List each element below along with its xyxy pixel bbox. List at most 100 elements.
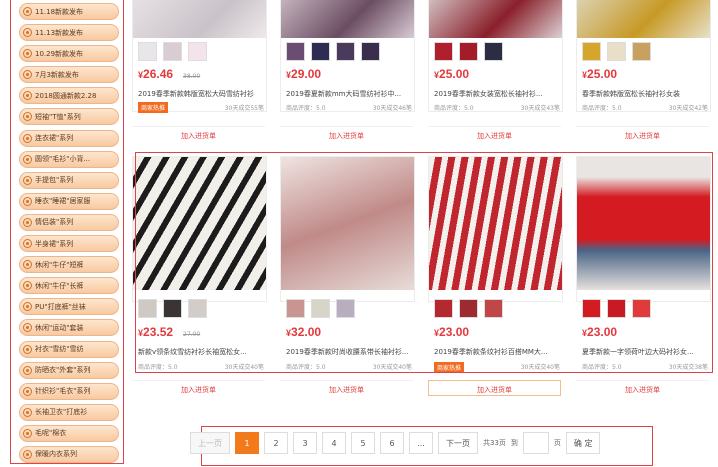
- sidebar-category-item[interactable]: 休闲"运动"套装: [19, 319, 119, 337]
- color-thumbnail[interactable]: [607, 299, 626, 318]
- color-thumbnail[interactable]: [632, 42, 651, 61]
- sidebar-category-item[interactable]: 休闲"牛仔"短裤: [19, 256, 119, 274]
- product-title[interactable]: 春季新款韩版宽松长袖衬衫女装: [582, 89, 708, 99]
- product-image[interactable]: [281, 157, 414, 290]
- sidebar-category-item[interactable]: 短袖"T恤"系列: [19, 108, 119, 126]
- product-card[interactable]: ¥23.00 2019春季新款条纹衬衫百搭MM大... 商家热推 30天成交40…: [428, 156, 563, 373]
- product-image[interactable]: [133, 157, 266, 290]
- sidebar-category-item[interactable]: 连衣裙"系列: [19, 129, 119, 147]
- sidebar-category-item[interactable]: 衬衣"雪纺"雪纺: [19, 340, 119, 358]
- add-to-order-button[interactable]: 加入进货单: [132, 126, 265, 142]
- sidebar-category-item[interactable]: 长袖卫衣"打底衫: [19, 403, 119, 421]
- product-title[interactable]: 夏季新款一字领荷叶边大码衬衫女...: [582, 347, 708, 357]
- color-thumbnail[interactable]: [138, 42, 157, 61]
- color-thumbnail[interactable]: [459, 42, 478, 61]
- color-thumbnail[interactable]: [361, 42, 380, 61]
- add-to-order-button[interactable]: 加入进货单: [576, 126, 709, 142]
- sidebar-category-item[interactable]: 毛呢"棉衣: [19, 424, 119, 442]
- product-card[interactable]: ¥32.00 2019春季新款时尚收腰系带长袖衬衫... 商品评度：5.0 30天…: [280, 156, 415, 371]
- color-thumbnail[interactable]: [582, 299, 601, 318]
- add-to-order-button[interactable]: 加入进货单: [132, 380, 265, 396]
- sidebar-category-item[interactable]: 圆领"毛衫"小背...: [19, 150, 119, 168]
- category-bullet-icon: [23, 365, 32, 375]
- add-to-order-button[interactable]: 加入进货单: [280, 380, 413, 396]
- color-thumbnail[interactable]: [188, 42, 207, 61]
- add-to-order-button[interactable]: 加入进货单: [428, 126, 561, 142]
- color-thumbnail[interactable]: [138, 299, 157, 318]
- color-thumbnail[interactable]: [484, 42, 503, 61]
- sidebar-category-label: 2018圆通新款2.28: [35, 91, 97, 100]
- color-thumbnail[interactable]: [163, 42, 182, 61]
- product-image[interactable]: [133, 0, 266, 38]
- sidebar-category-item[interactable]: 11.18新款发布: [19, 3, 119, 20]
- color-thumbnail[interactable]: [582, 42, 601, 61]
- product-title[interactable]: 2019春季新款条纹衬衫百搭MM大...: [434, 347, 560, 357]
- page-button-2[interactable]: 2: [264, 432, 288, 454]
- color-thumbnail[interactable]: [459, 299, 478, 318]
- category-bullet-icon: [23, 154, 32, 164]
- add-to-order-button[interactable]: 加入进货单: [576, 380, 709, 396]
- color-thumbnail[interactable]: [311, 299, 330, 318]
- product-card[interactable]: ¥29.00 2019春夏新款mm大码雪纺衬衫中... 商品评度：5.0 30天成…: [280, 0, 415, 112]
- product-card[interactable]: ¥26.46 38.00 2019春季新款韩版宽松大码雪纺衬衫 商家热推 30天…: [132, 0, 267, 113]
- product-title[interactable]: 2019春季新款时尚收腰系带长袖衬衫...: [286, 347, 412, 357]
- sidebar-category-item[interactable]: 2018圆通新款2.28: [19, 87, 119, 105]
- sidebar-category-item[interactable]: 睡衣"睡裙"居家服: [19, 192, 119, 210]
- page-button-6[interactable]: 6: [380, 432, 404, 454]
- color-thumbnail[interactable]: [484, 299, 503, 318]
- sidebar-category-item[interactable]: 保暖内衣系列: [19, 445, 119, 463]
- product-card[interactable]: ¥25.00 2019春季新款女装宽松长袖衬衫... 商品评度：5.0 30天成交…: [428, 0, 563, 112]
- page-button-5[interactable]: 5: [351, 432, 375, 454]
- sidebar-category-item[interactable]: 7月3新款发布: [19, 66, 119, 84]
- product-card[interactable]: ¥23.00 夏季新款一字领荷叶边大码衬衫女... 商品评度：5.0 30天成交3…: [576, 156, 711, 371]
- product-card[interactable]: ¥23.52 27.00 新款v领条纹雪纺衬衫长袖宽松女... 商品评度：5.0…: [132, 156, 267, 371]
- next-page-button[interactable]: 下一页: [438, 432, 478, 454]
- color-thumbnail[interactable]: [336, 42, 355, 61]
- product-image[interactable]: [577, 157, 710, 290]
- sidebar-category-item[interactable]: 半身裙"系列: [19, 235, 119, 253]
- product-image[interactable]: [281, 0, 414, 38]
- product-title[interactable]: 2019春季新款韩版宽松大码雪纺衬衫: [138, 89, 264, 99]
- color-thumbnail[interactable]: [286, 299, 305, 318]
- color-thumbnail[interactable]: [311, 42, 330, 61]
- product-title[interactable]: 2019春夏新款mm大码雪纺衬衫中...: [286, 89, 412, 99]
- color-thumbnail[interactable]: [336, 299, 355, 318]
- sidebar-category-item[interactable]: 针织衫"毛衣"系列: [19, 382, 119, 400]
- sidebar-category-item[interactable]: 手提包"系列: [19, 171, 119, 189]
- product-rating: 商品评度：5.0: [582, 364, 622, 371]
- color-thumbnail[interactable]: [434, 299, 453, 318]
- product-title[interactable]: 新款v领条纹雪纺衬衫长袖宽松女...: [138, 347, 264, 357]
- product-card[interactable]: ¥25.00 春季新款韩版宽松长袖衬衫女装 商品评度：5.0 30天成交42笔: [576, 0, 711, 112]
- product-title[interactable]: 2019春季新款女装宽松长袖衬衫...: [434, 89, 560, 99]
- product-image[interactable]: [577, 0, 710, 38]
- product-price: ¥23.00: [434, 325, 470, 339]
- prev-page-button[interactable]: 上一页: [190, 432, 230, 454]
- sidebar-category-label: 休闲"运动"套装: [35, 323, 84, 332]
- monthly-sales: 30天成交40笔: [224, 364, 264, 371]
- page-button-4[interactable]: 4: [322, 432, 346, 454]
- add-to-order-button[interactable]: 加入进货单: [428, 380, 561, 396]
- color-thumbnail[interactable]: [188, 299, 207, 318]
- add-to-order-button[interactable]: 加入进货单: [280, 126, 413, 142]
- sidebar-category-item[interactable]: 情侣装"系列: [19, 213, 119, 231]
- page-button-1[interactable]: 1: [235, 432, 259, 454]
- category-bullet-icon: [23, 428, 32, 438]
- color-thumbnail[interactable]: [607, 42, 626, 61]
- color-thumbnail[interactable]: [632, 299, 651, 318]
- confirm-page-button[interactable]: 确 定: [565, 432, 601, 454]
- sidebar-category-item[interactable]: 11.13新款发布: [19, 24, 119, 42]
- page-button-3[interactable]: 3: [293, 432, 317, 454]
- product-price: ¥26.46: [138, 67, 174, 81]
- original-price: 27.00: [183, 331, 201, 338]
- product-image[interactable]: [429, 0, 562, 38]
- sidebar-category-item[interactable]: PU"打底裤"丝袜: [19, 298, 119, 316]
- color-thumbnail[interactable]: [163, 299, 182, 318]
- sidebar-category-item[interactable]: 10.29新款发布: [19, 45, 119, 63]
- page-number-input[interactable]: [522, 432, 549, 454]
- sidebar-category-item[interactable]: 防晒衣"外套"系列: [19, 361, 119, 379]
- product-image[interactable]: [429, 157, 562, 290]
- color-thumbnail[interactable]: [286, 42, 305, 61]
- color-thumbnail[interactable]: [434, 42, 453, 61]
- category-bullet-icon: [23, 449, 32, 459]
- sidebar-category-item[interactable]: 休闲"牛仔"长裤: [19, 277, 119, 295]
